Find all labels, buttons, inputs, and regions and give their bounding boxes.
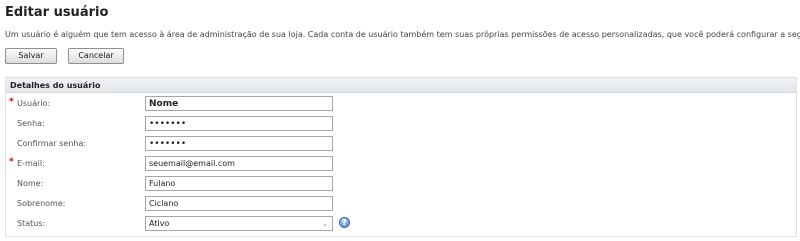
confirm-password-input[interactable] [145,136,333,151]
first-name-row: Nome: [6,176,796,195]
status-selected-value: Ativo [149,219,170,228]
last-name-input[interactable] [145,196,333,211]
email-label: E-mail: [17,159,45,168]
status-select[interactable]: Ativo ⌄ [145,216,333,231]
username-input[interactable] [145,96,333,111]
cancel-button[interactable]: Cancelar [68,48,124,64]
required-mark: * [9,157,14,167]
password-label: Senha: [17,119,45,128]
chevron-down-icon: ⌄ [322,220,328,228]
email-input[interactable] [145,156,333,171]
page-description: Um usuário é alguém que tem acesso à áre… [5,30,800,39]
user-details-panel: Detalhes do usuário * Usuário: Senha: Co… [5,77,797,237]
last-name-row: Sobrenome: [6,196,796,215]
status-label: Status: [17,219,46,228]
status-row: Status: Ativo ⌄ ? [6,216,796,235]
confirm-password-label: Confirmar senha: [17,139,87,148]
password-row: Senha: [6,116,796,135]
last-name-label: Sobrenome: [17,199,66,208]
username-label: Usuário: [17,99,51,108]
password-input[interactable] [145,116,333,131]
required-mark: * [9,97,14,107]
first-name-label: Nome: [17,179,44,188]
first-name-input[interactable] [145,176,333,191]
help-icon[interactable]: ? [339,217,350,228]
panel-title: Detalhes do usuário [6,78,796,93]
email-row: * E-mail: [6,156,796,175]
edit-user-page: Editar usuário Um usuário é alguém que t… [0,0,800,241]
confirm-password-row: Confirmar senha: [6,136,796,155]
save-button[interactable]: Salvar [5,48,57,64]
page-title: Editar usuário [5,5,109,20]
username-row: * Usuário: [6,96,796,115]
